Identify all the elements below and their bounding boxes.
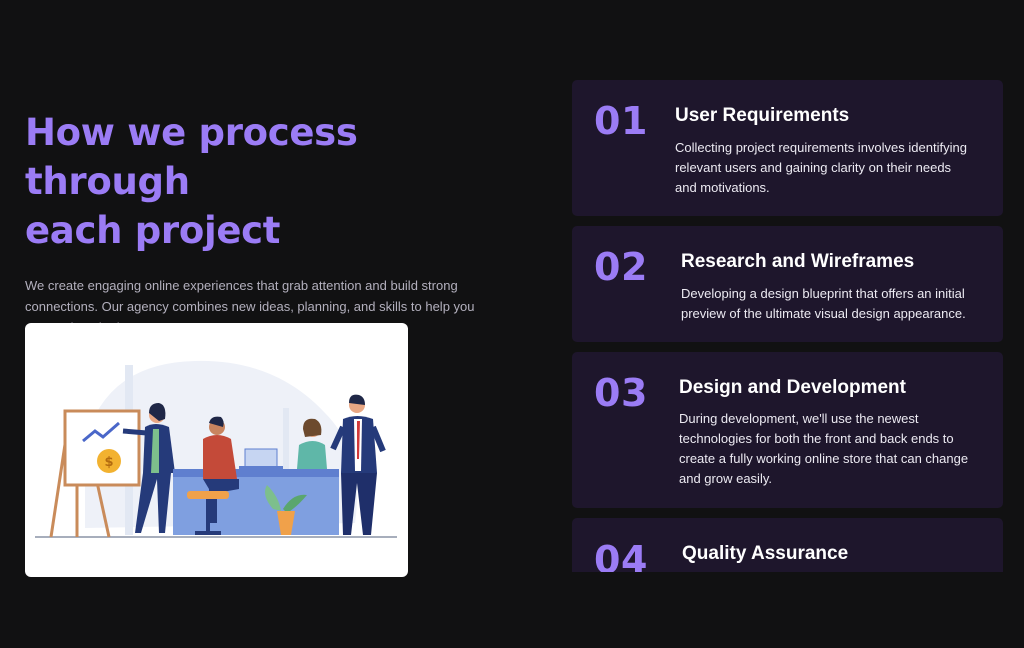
- team-meeting-illustration: $: [25, 323, 408, 577]
- team-meeting-icon: $: [35, 360, 397, 538]
- step-description: During development, we'll use the newest…: [679, 411, 969, 486]
- step-number: 02: [594, 245, 648, 289]
- step-title: Quality Assurance: [682, 543, 849, 564]
- step-description: Developing a design blueprint that offer…: [681, 286, 966, 321]
- page-title-line-2: each project: [25, 209, 281, 252]
- step-title: Research and Wireframes: [681, 251, 915, 272]
- page-title-line-1: How we process through: [25, 111, 358, 203]
- step-card-3: 03 Design and Development During develop…: [572, 352, 1003, 508]
- step-card-2: 02 Research and Wireframes Developing a …: [572, 226, 1003, 342]
- svg-text:$: $: [104, 455, 113, 470]
- step-title: Design and Development: [679, 377, 906, 398]
- step-number: 04: [594, 538, 648, 572]
- process-steps: 01 User Requirements Collecting project …: [572, 80, 1003, 572]
- step-title: User Requirements: [675, 105, 850, 126]
- page-title: How we process through each project: [25, 108, 525, 255]
- step-number: 03: [594, 371, 648, 415]
- step-card-4: 04 Quality Assurance: [572, 518, 1003, 572]
- step-description: Collecting project requirements involves…: [675, 140, 967, 195]
- process-intro: How we process through each project We c…: [25, 108, 525, 338]
- step-number: 01: [594, 99, 648, 143]
- step-card-1: 01 User Requirements Collecting project …: [572, 80, 1003, 216]
